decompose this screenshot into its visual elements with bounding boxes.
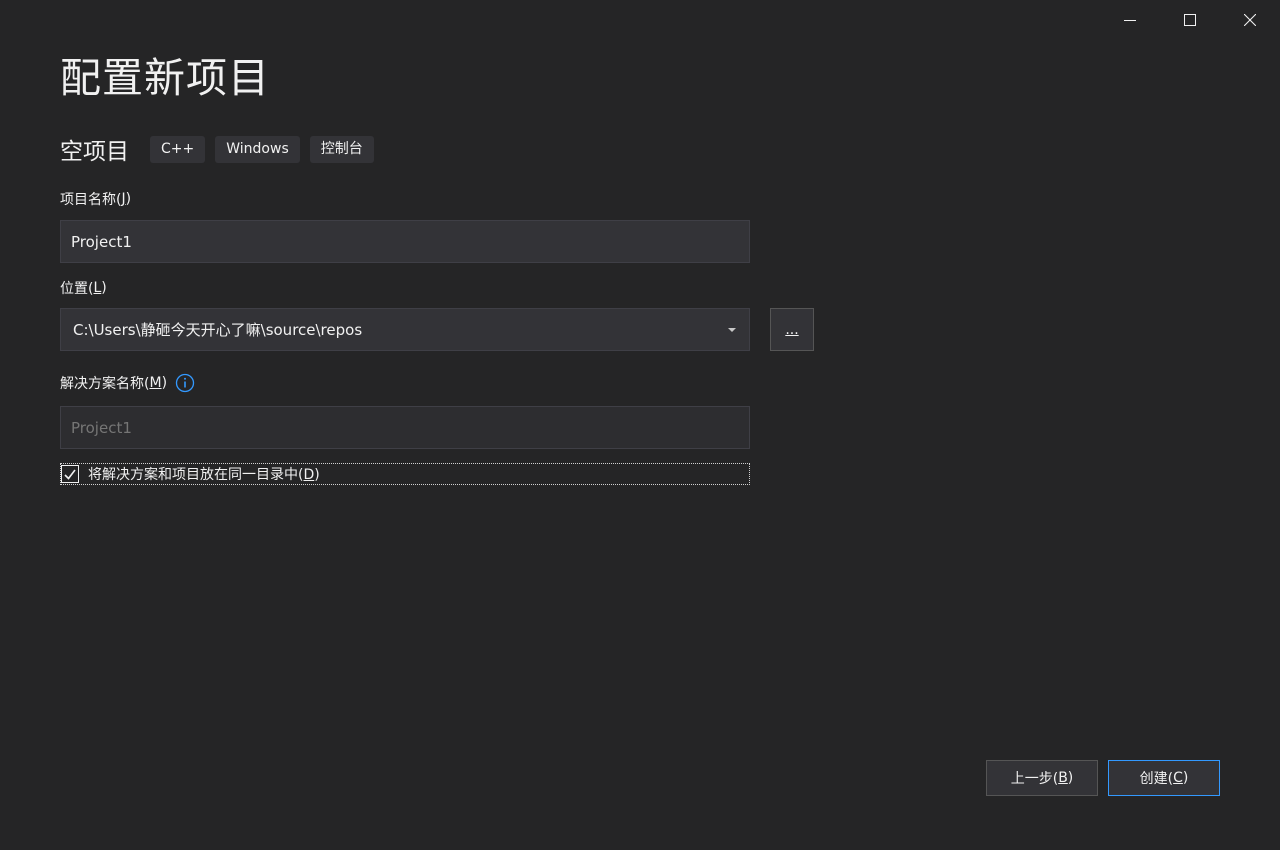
- same-directory-label-text: 将解决方案和项目放在同一目录中(: [88, 467, 304, 483]
- template-name: 空项目: [60, 139, 129, 165]
- solution-name-input: [60, 406, 750, 449]
- location-access-key: L: [93, 280, 102, 296]
- back-button[interactable]: 上一步(B): [986, 760, 1098, 796]
- project-name-label: 项目名称(J): [60, 188, 131, 210]
- create-access-key: C: [1173, 770, 1183, 786]
- location-combobox[interactable]: C:\Users\静砸今天开心了嘛\source\repos: [60, 308, 750, 351]
- page-title: 配置新项目: [60, 54, 270, 102]
- create-button[interactable]: 创建(C): [1108, 760, 1220, 796]
- configure-project-window: 配置新项目 空项目 C++ Windows 控制台 项目名称(J) 位置(L) …: [0, 0, 1280, 850]
- browse-button-label: ...: [785, 321, 799, 338]
- location-label: 位置(L): [60, 277, 107, 299]
- template-summary: 空项目 C++ Windows 控制台: [60, 134, 384, 165]
- back-access-key: B: [1058, 770, 1068, 786]
- same-directory-access-key: D: [303, 467, 315, 483]
- checkmark-icon: [64, 469, 76, 480]
- info-icon[interactable]: [175, 373, 195, 393]
- location-label-close: ): [101, 280, 107, 296]
- solution-name-access-key: M: [149, 375, 162, 391]
- solution-name-label: 解决方案名称(M): [60, 371, 195, 395]
- chevron-down-icon[interactable]: [727, 327, 737, 332]
- back-button-label-close: ): [1067, 770, 1074, 786]
- tag-language: C++: [150, 135, 206, 163]
- same-directory-label: 将解决方案和项目放在同一目录中(D): [88, 464, 320, 484]
- project-name-input[interactable]: [60, 220, 750, 263]
- solution-name-label-close: ): [161, 375, 168, 391]
- close-button[interactable]: [1220, 0, 1280, 40]
- maximize-icon: [1184, 14, 1196, 26]
- create-button-label: 创建(: [1139, 771, 1174, 787]
- back-button-label: 上一步(: [1010, 771, 1059, 787]
- window-controls: [1100, 0, 1280, 40]
- project-name-label-text: 项目名称(: [60, 192, 122, 208]
- same-directory-checkbox-row[interactable]: 将解决方案和项目放在同一目录中(D): [60, 463, 750, 485]
- tag-project-type: 控制台: [309, 135, 374, 163]
- tag-platform: Windows: [215, 135, 300, 163]
- create-button-label-close: ): [1182, 770, 1189, 786]
- minimize-icon: [1124, 20, 1136, 21]
- minimize-button[interactable]: [1100, 0, 1160, 40]
- project-name-label-close: ): [125, 191, 132, 207]
- location-value: C:\Users\静砸今天开心了嘛\source\repos: [73, 321, 363, 339]
- solution-name-label-text: 解决方案名称(: [60, 376, 150, 392]
- same-directory-label-close: ): [314, 467, 320, 483]
- same-directory-checkbox[interactable]: [61, 465, 79, 483]
- maximize-button[interactable]: [1160, 0, 1220, 40]
- close-icon: [1244, 14, 1256, 26]
- browse-location-button[interactable]: ...: [770, 308, 814, 351]
- location-label-text: 位置(: [60, 281, 94, 297]
